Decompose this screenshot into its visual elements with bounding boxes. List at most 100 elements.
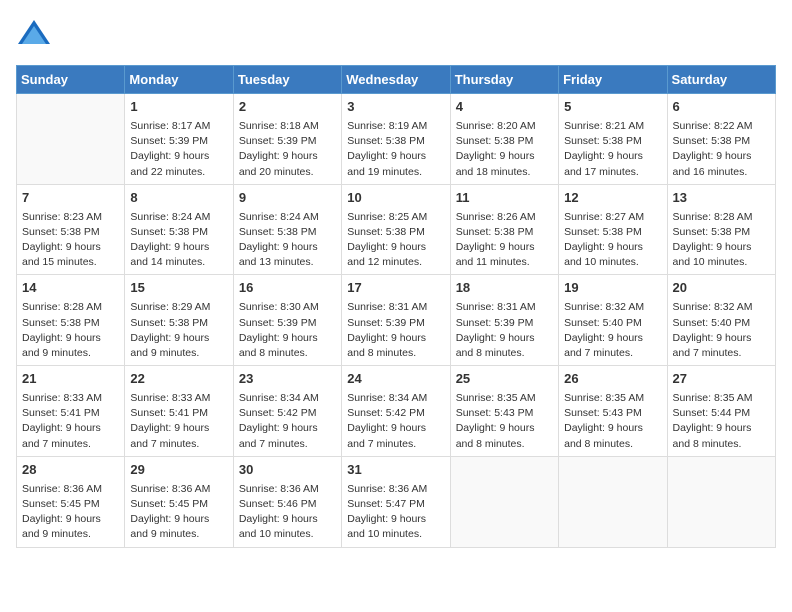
- logo-icon: [16, 16, 52, 52]
- sunset-value: 5:38 PM: [169, 317, 208, 329]
- sunset-value: 5:43 PM: [603, 407, 642, 419]
- sunrise-value: 8:24 AM: [172, 211, 211, 223]
- daylight-label: Daylight: 9 hours and 22 minutes.: [130, 150, 209, 177]
- day-number: 22: [130, 370, 227, 389]
- sunset-label: Sunset:: [456, 135, 495, 147]
- daylight-label: Daylight: 9 hours and 8 minutes.: [673, 422, 752, 449]
- day-number: 11: [456, 189, 553, 208]
- sunrise-value: 8:25 AM: [389, 211, 428, 223]
- day-cell: 2Sunrise: 8:18 AMSunset: 5:39 PMDaylight…: [233, 94, 341, 185]
- header-cell-tuesday: Tuesday: [233, 66, 341, 94]
- sunset-label: Sunset:: [456, 407, 495, 419]
- day-number: 26: [564, 370, 661, 389]
- daylight-label: Daylight: 9 hours and 8 minutes.: [456, 422, 535, 449]
- sunset-value: 5:38 PM: [711, 226, 750, 238]
- daylight-label: Daylight: 9 hours and 14 minutes.: [130, 241, 209, 268]
- sunrise-value: 8:34 AM: [389, 392, 428, 404]
- sunset-label: Sunset:: [22, 407, 61, 419]
- logo: [16, 16, 52, 57]
- sunset-value: 5:39 PM: [169, 135, 208, 147]
- day-number: 29: [130, 461, 227, 480]
- daylight-label: Daylight: 9 hours and 9 minutes.: [22, 513, 101, 540]
- sunset-value: 5:38 PM: [386, 135, 425, 147]
- sunrise-value: 8:21 AM: [606, 120, 645, 132]
- day-cell: 1Sunrise: 8:17 AMSunset: 5:39 PMDaylight…: [125, 94, 233, 185]
- day-info: Sunrise: 8:31 AMSunset: 5:39 PMDaylight:…: [347, 300, 444, 361]
- daylight-label: Daylight: 9 hours and 10 minutes.: [564, 241, 643, 268]
- daylight-label: Daylight: 9 hours and 7 minutes.: [673, 332, 752, 359]
- day-number: 14: [22, 279, 119, 298]
- sunrise-label: Sunrise:: [239, 483, 280, 495]
- daylight-label: Daylight: 9 hours and 8 minutes.: [456, 332, 535, 359]
- sunrise-value: 8:36 AM: [389, 483, 428, 495]
- sunrise-label: Sunrise:: [347, 301, 388, 313]
- daylight-label: Daylight: 9 hours and 7 minutes.: [564, 332, 643, 359]
- sunset-value: 5:40 PM: [711, 317, 750, 329]
- sunrise-label: Sunrise:: [673, 211, 714, 223]
- day-cell: 3Sunrise: 8:19 AMSunset: 5:38 PMDaylight…: [342, 94, 450, 185]
- sunset-label: Sunset:: [22, 317, 61, 329]
- day-number: 5: [564, 98, 661, 117]
- sunset-value: 5:40 PM: [603, 317, 642, 329]
- header: [16, 16, 776, 57]
- sunrise-value: 8:17 AM: [172, 120, 211, 132]
- sunset-value: 5:38 PM: [603, 135, 642, 147]
- sunset-value: 5:38 PM: [494, 135, 533, 147]
- day-cell: 14Sunrise: 8:28 AMSunset: 5:38 PMDayligh…: [17, 275, 125, 366]
- day-cell: [17, 94, 125, 185]
- day-cell: 11Sunrise: 8:26 AMSunset: 5:38 PMDayligh…: [450, 184, 558, 275]
- header-cell-friday: Friday: [559, 66, 667, 94]
- day-number: 18: [456, 279, 553, 298]
- sunset-value: 5:38 PM: [61, 317, 100, 329]
- sunrise-label: Sunrise:: [22, 483, 63, 495]
- day-cell: 7 Sunrise: 8:23 AMSunset: 5:38 PMDaylight…: [17, 184, 125, 275]
- header-row: SundayMondayTuesdayWednesdayThursdayFrid…: [17, 66, 776, 94]
- sunrise-value: 8:33 AM: [172, 392, 211, 404]
- sunrise-value: 8:22 AM: [714, 120, 753, 132]
- daylight-label: Daylight: 9 hours and 9 minutes.: [130, 332, 209, 359]
- sunset-label: Sunset:: [673, 226, 712, 238]
- day-info: Sunrise: 8:17 AMSunset: 5:39 PMDaylight:…: [130, 119, 227, 180]
- week-row-4: 21Sunrise: 8:33 AMSunset: 5:41 PMDayligh…: [17, 366, 776, 457]
- sunrise-value: 8:28 AM: [63, 301, 102, 313]
- daylight-label: Daylight: 9 hours and 7 minutes.: [239, 422, 318, 449]
- sunrise-value: 8:30 AM: [280, 301, 319, 313]
- sunset-label: Sunset:: [673, 135, 712, 147]
- day-info: Sunrise: 8:32 AMSunset: 5:40 PMDaylight:…: [564, 300, 661, 361]
- day-number: 7: [22, 189, 119, 208]
- sunset-value: 5:38 PM: [386, 226, 425, 238]
- sunset-value: 5:45 PM: [61, 498, 100, 510]
- day-number: 30: [239, 461, 336, 480]
- day-cell: 20Sunrise: 8:32 AMSunset: 5:40 PMDayligh…: [667, 275, 775, 366]
- day-info: Sunrise: 8:23 AMSunset: 5:38 PMDaylight:…: [22, 210, 119, 271]
- sunset-label: Sunset:: [130, 135, 169, 147]
- sunrise-value: 8:23 AM: [63, 211, 102, 223]
- day-cell: 13Sunrise: 8:28 AMSunset: 5:38 PMDayligh…: [667, 184, 775, 275]
- sunset-label: Sunset:: [673, 407, 712, 419]
- sunset-label: Sunset:: [347, 135, 386, 147]
- day-number: 6: [673, 98, 770, 117]
- week-row-1: 1Sunrise: 8:17 AMSunset: 5:39 PMDaylight…: [17, 94, 776, 185]
- sunset-value: 5:43 PM: [494, 407, 533, 419]
- day-info: Sunrise: 8:33 AMSunset: 5:41 PMDaylight:…: [22, 391, 119, 452]
- sunrise-value: 8:18 AM: [280, 120, 319, 132]
- sunrise-label: Sunrise:: [456, 301, 497, 313]
- sunset-label: Sunset:: [130, 498, 169, 510]
- daylight-label: Daylight: 9 hours and 8 minutes.: [347, 332, 426, 359]
- sunset-label: Sunset:: [673, 317, 712, 329]
- sunset-value: 5:38 PM: [603, 226, 642, 238]
- day-cell: 23Sunrise: 8:34 AMSunset: 5:42 PMDayligh…: [233, 366, 341, 457]
- sunrise-value: 8:36 AM: [280, 483, 319, 495]
- sunset-label: Sunset:: [22, 226, 61, 238]
- sunset-label: Sunset:: [564, 226, 603, 238]
- sunrise-label: Sunrise:: [456, 211, 497, 223]
- sunrise-label: Sunrise:: [456, 120, 497, 132]
- day-info: Sunrise: 8:36 AMSunset: 5:45 PMDaylight:…: [22, 482, 119, 543]
- day-info: Sunrise: 8:31 AMSunset: 5:39 PMDaylight:…: [456, 300, 553, 361]
- sunset-label: Sunset:: [564, 317, 603, 329]
- daylight-label: Daylight: 9 hours and 17 minutes.: [564, 150, 643, 177]
- sunrise-label: Sunrise:: [239, 392, 280, 404]
- sunset-label: Sunset:: [130, 407, 169, 419]
- sunrise-label: Sunrise:: [22, 392, 63, 404]
- day-info: Sunrise: 8:34 AMSunset: 5:42 PMDaylight:…: [347, 391, 444, 452]
